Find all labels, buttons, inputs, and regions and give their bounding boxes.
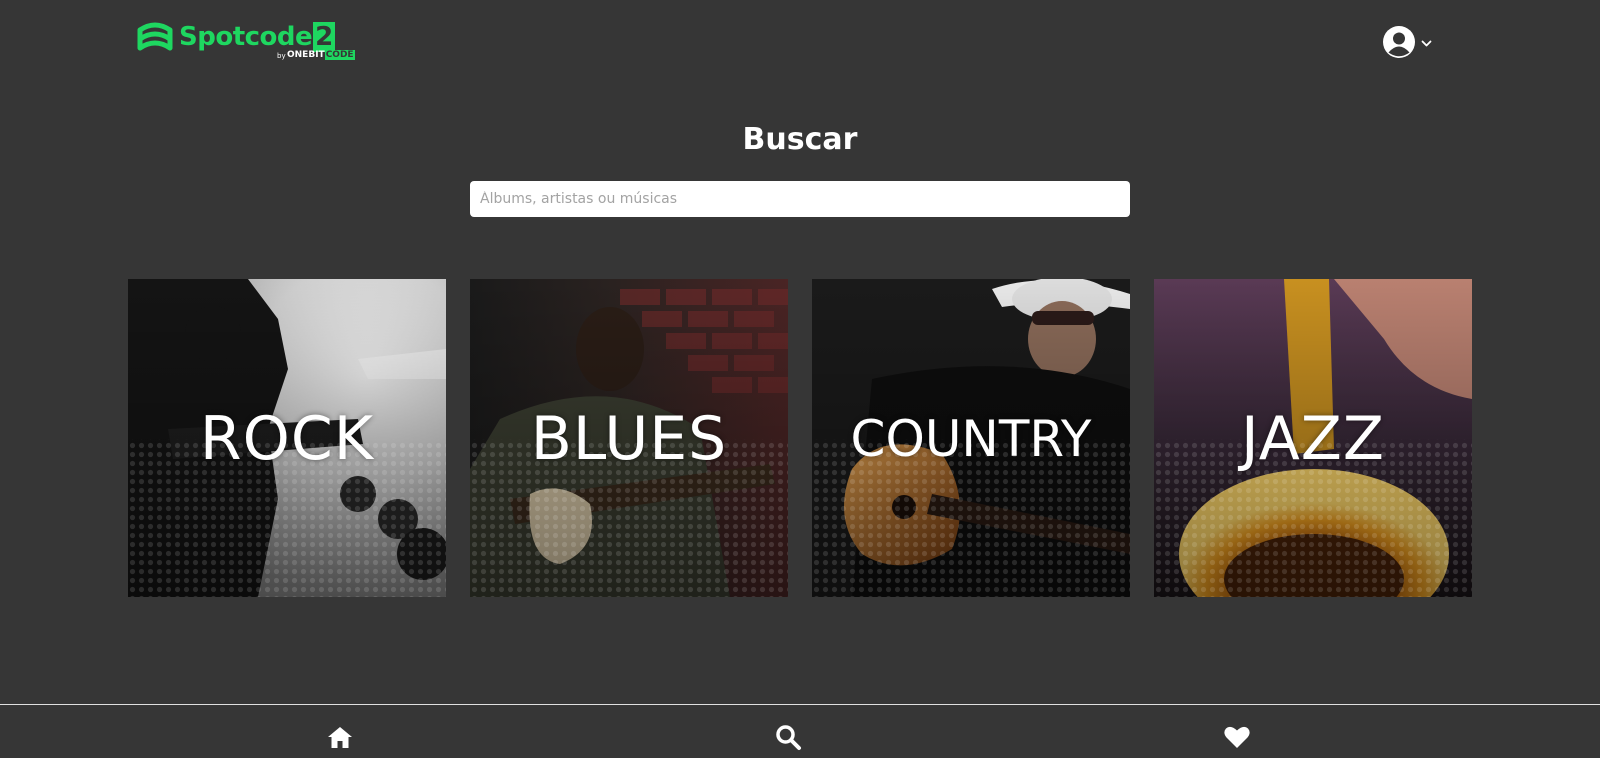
nav-home-button[interactable] [326, 723, 354, 751]
heart-icon [1224, 726, 1250, 748]
nav-search-button[interactable] [774, 723, 802, 751]
user-circle-icon [1383, 26, 1415, 58]
chevron-down-icon [1421, 40, 1432, 47]
top-header: Spotcode 2 by ONEBITCODE [0, 0, 1600, 90]
logo-name: Spotcode [179, 22, 313, 52]
home-icon [328, 727, 352, 748]
logo-brand-code: CODE [324, 50, 355, 60]
page-title: Buscar [742, 122, 858, 157]
genre-card-jazz[interactable]: JAZZ [1154, 279, 1472, 597]
genre-label-jazz: JAZZ [1241, 404, 1385, 474]
logo-brand-name: ONEBIT [287, 50, 325, 60]
genre-label-country: COUNTRY [850, 410, 1092, 468]
logo-by: by [277, 52, 286, 60]
logo-number: 2 [313, 22, 335, 52]
logo-waves-icon [137, 22, 173, 51]
logo-brand: ONEBITCODE [287, 50, 355, 61]
search-input[interactable] [470, 181, 1130, 217]
spotcode-logo[interactable]: Spotcode 2 by ONEBITCODE [137, 18, 355, 64]
genre-card-country[interactable]: COUNTRY [812, 279, 1130, 597]
genre-card-rock[interactable]: ROCK [128, 279, 446, 597]
genre-label-rock: ROCK [199, 404, 375, 474]
genre-label-blues: BLUES [530, 404, 728, 474]
bottom-navigation [0, 704, 1600, 758]
search-icon [776, 725, 801, 750]
genre-card-blues[interactable]: BLUES [470, 279, 788, 597]
user-menu-button[interactable] [1383, 26, 1439, 60]
logo-wordmark: Spotcode 2 [179, 22, 335, 52]
nav-favorites-button[interactable] [1223, 723, 1251, 751]
